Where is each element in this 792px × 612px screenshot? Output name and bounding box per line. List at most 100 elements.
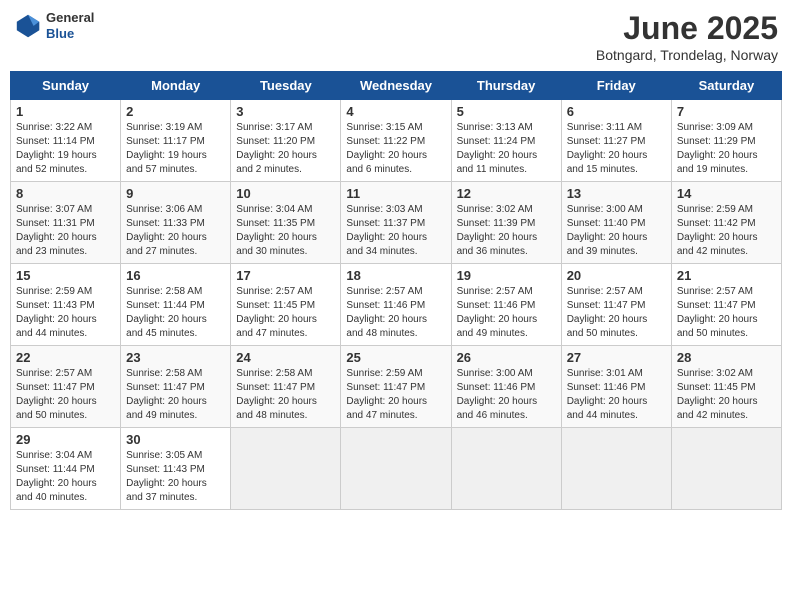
table-row: 20Sunrise: 2:57 AMSunset: 11:47 PMDaylig… bbox=[561, 264, 671, 346]
table-row: 29 Sunrise: 3:04 AMSunset: 11:44 PMDaylig… bbox=[11, 428, 121, 510]
header: General Blue June 2025 Botngard, Trondel… bbox=[10, 10, 782, 63]
day-info: Sunrise: 3:15 AMSunset: 11:22 PMDaylight… bbox=[346, 121, 445, 177]
day-number: 27 bbox=[567, 350, 666, 365]
day-number: 13 bbox=[567, 186, 666, 201]
table-row: 14Sunrise: 2:59 AMSunset: 11:42 PMDaylig… bbox=[671, 182, 781, 264]
header-sunday: Sunday bbox=[11, 72, 121, 100]
day-number: 23 bbox=[126, 350, 225, 365]
header-saturday: Saturday bbox=[671, 72, 781, 100]
day-number: 26 bbox=[457, 350, 556, 365]
day-number: 29 bbox=[16, 432, 115, 447]
day-info: Sunrise: 3:02 AMSunset: 11:39 PMDaylight… bbox=[457, 203, 556, 259]
table-row: 28 Sunrise: 3:02 AMSunset: 11:45 PMDaylig… bbox=[671, 346, 781, 428]
table-row: 26 Sunrise: 3:00 AMSunset: 11:46 PMDaylig… bbox=[451, 346, 561, 428]
day-info: Sunrise: 3:03 AMSunset: 11:37 PMDaylight… bbox=[346, 203, 445, 259]
day-number: 7 bbox=[677, 104, 776, 119]
title-area: June 2025 Botngard, Trondelag, Norway bbox=[596, 10, 778, 63]
day-info: Sunrise: 3:06 AMSunset: 11:33 PMDaylight… bbox=[126, 203, 225, 259]
day-info: Sunrise: 3:01 AMSunset: 11:46 PMDaylight… bbox=[567, 367, 666, 423]
table-row: 22Sunrise: 2:57 AMSunset: 11:47 PMDaylig… bbox=[11, 346, 121, 428]
calendar: Sunday Monday Tuesday Wednesday Thursday… bbox=[10, 71, 782, 510]
header-thursday: Thursday bbox=[451, 72, 561, 100]
calendar-week-row: 29 Sunrise: 3:04 AMSunset: 11:44 PMDaylig… bbox=[11, 428, 782, 510]
day-number: 5 bbox=[457, 104, 556, 119]
table-row bbox=[451, 428, 561, 510]
day-info: Sunrise: 2:57 AMSunset: 11:47 PMDaylight… bbox=[677, 285, 776, 341]
table-row: 13 Sunrise: 3:00 AMSunset: 11:40 PMDaylig… bbox=[561, 182, 671, 264]
calendar-week-row: 1 Sunrise: 3:22 AMSunset: 11:14 PMDayligh… bbox=[11, 100, 782, 182]
day-number: 17 bbox=[236, 268, 335, 283]
day-number: 16 bbox=[126, 268, 225, 283]
day-info: Sunrise: 3:04 AMSunset: 11:35 PMDaylight… bbox=[236, 203, 335, 259]
table-row: 7Sunrise: 3:09 AMSunset: 11:29 PMDayligh… bbox=[671, 100, 781, 182]
table-row: 1 Sunrise: 3:22 AMSunset: 11:14 PMDayligh… bbox=[11, 100, 121, 182]
day-info: Sunrise: 2:58 AMSunset: 11:47 PMDaylight… bbox=[236, 367, 335, 423]
table-row: 25Sunrise: 2:59 AMSunset: 11:47 PMDaylig… bbox=[341, 346, 451, 428]
table-row: 5 Sunrise: 3:13 AMSunset: 11:24 PMDayligh… bbox=[451, 100, 561, 182]
location: Botngard, Trondelag, Norway bbox=[596, 47, 778, 63]
table-row: 30 Sunrise: 3:05 AMSunset: 11:43 PMDaylig… bbox=[121, 428, 231, 510]
table-row: 16 Sunrise: 2:58 AMSunset: 11:44 PMDaylig… bbox=[121, 264, 231, 346]
logo-blue: Blue bbox=[46, 26, 94, 42]
table-row bbox=[561, 428, 671, 510]
day-info: Sunrise: 2:57 AMSunset: 11:45 PMDaylight… bbox=[236, 285, 335, 341]
weekday-header-row: Sunday Monday Tuesday Wednesday Thursday… bbox=[11, 72, 782, 100]
table-row: 27 Sunrise: 3:01 AMSunset: 11:46 PMDaylig… bbox=[561, 346, 671, 428]
day-number: 6 bbox=[567, 104, 666, 119]
day-info: Sunrise: 3:02 AMSunset: 11:45 PMDaylight… bbox=[677, 367, 776, 423]
day-number: 10 bbox=[236, 186, 335, 201]
table-row: 18Sunrise: 2:57 AMSunset: 11:46 PMDaylig… bbox=[341, 264, 451, 346]
day-number: 15 bbox=[16, 268, 115, 283]
day-info: Sunrise: 3:11 AMSunset: 11:27 PMDaylight… bbox=[567, 121, 666, 177]
table-row: 10 Sunrise: 3:04 AMSunset: 11:35 PMDaylig… bbox=[231, 182, 341, 264]
day-number: 30 bbox=[126, 432, 225, 447]
day-info: Sunrise: 3:17 AMSunset: 11:20 PMDaylight… bbox=[236, 121, 335, 177]
day-info: Sunrise: 2:57 AMSunset: 11:46 PMDaylight… bbox=[457, 285, 556, 341]
day-number: 25 bbox=[346, 350, 445, 365]
table-row: 23 Sunrise: 2:58 AMSunset: 11:47 PMDaylig… bbox=[121, 346, 231, 428]
day-info: Sunrise: 3:22 AMSunset: 11:14 PMDaylight… bbox=[16, 121, 115, 177]
logo-general: General bbox=[46, 10, 94, 26]
day-info: Sunrise: 2:59 AMSunset: 11:43 PMDaylight… bbox=[16, 285, 115, 341]
table-row bbox=[231, 428, 341, 510]
day-number: 1 bbox=[16, 104, 115, 119]
day-number: 3 bbox=[236, 104, 335, 119]
table-row: 4 Sunrise: 3:15 AMSunset: 11:22 PMDayligh… bbox=[341, 100, 451, 182]
table-row: 19Sunrise: 2:57 AMSunset: 11:46 PMDaylig… bbox=[451, 264, 561, 346]
table-row: 12 Sunrise: 3:02 AMSunset: 11:39 PMDaylig… bbox=[451, 182, 561, 264]
day-number: 2 bbox=[126, 104, 225, 119]
day-number: 4 bbox=[346, 104, 445, 119]
table-row bbox=[341, 428, 451, 510]
logo: General Blue bbox=[14, 10, 94, 41]
logo-icon bbox=[14, 12, 42, 40]
day-number: 20 bbox=[567, 268, 666, 283]
table-row: 24Sunrise: 2:58 AMSunset: 11:47 PMDaylig… bbox=[231, 346, 341, 428]
calendar-week-row: 8Sunrise: 3:07 AMSunset: 11:31 PMDayligh… bbox=[11, 182, 782, 264]
logo-text: General Blue bbox=[46, 10, 94, 41]
table-row: 15 Sunrise: 2:59 AMSunset: 11:43 PMDaylig… bbox=[11, 264, 121, 346]
day-info: Sunrise: 3:13 AMSunset: 11:24 PMDaylight… bbox=[457, 121, 556, 177]
day-number: 8 bbox=[16, 186, 115, 201]
day-number: 28 bbox=[677, 350, 776, 365]
header-wednesday: Wednesday bbox=[341, 72, 451, 100]
table-row: 9 Sunrise: 3:06 AMSunset: 11:33 PMDayligh… bbox=[121, 182, 231, 264]
day-number: 12 bbox=[457, 186, 556, 201]
table-row: 21 Sunrise: 2:57 AMSunset: 11:47 PMDaylig… bbox=[671, 264, 781, 346]
day-number: 21 bbox=[677, 268, 776, 283]
table-row bbox=[671, 428, 781, 510]
day-info: Sunrise: 3:04 AMSunset: 11:44 PMDaylight… bbox=[16, 449, 115, 505]
day-number: 9 bbox=[126, 186, 225, 201]
table-row: 8Sunrise: 3:07 AMSunset: 11:31 PMDayligh… bbox=[11, 182, 121, 264]
day-info: Sunrise: 2:58 AMSunset: 11:47 PMDaylight… bbox=[126, 367, 225, 423]
day-info: Sunrise: 2:57 AMSunset: 11:46 PMDaylight… bbox=[346, 285, 445, 341]
day-info: Sunrise: 3:00 AMSunset: 11:46 PMDaylight… bbox=[457, 367, 556, 423]
day-info: Sunrise: 3:00 AMSunset: 11:40 PMDaylight… bbox=[567, 203, 666, 259]
day-info: Sunrise: 2:59 AMSunset: 11:42 PMDaylight… bbox=[677, 203, 776, 259]
header-monday: Monday bbox=[121, 72, 231, 100]
day-info: Sunrise: 3:05 AMSunset: 11:43 PMDaylight… bbox=[126, 449, 225, 505]
table-row: 6 Sunrise: 3:11 AMSunset: 11:27 PMDayligh… bbox=[561, 100, 671, 182]
table-row: 2Sunrise: 3:19 AMSunset: 11:17 PMDayligh… bbox=[121, 100, 231, 182]
day-info: Sunrise: 2:57 AMSunset: 11:47 PMDaylight… bbox=[16, 367, 115, 423]
day-info: Sunrise: 2:58 AMSunset: 11:44 PMDaylight… bbox=[126, 285, 225, 341]
month-title: June 2025 bbox=[596, 10, 778, 47]
